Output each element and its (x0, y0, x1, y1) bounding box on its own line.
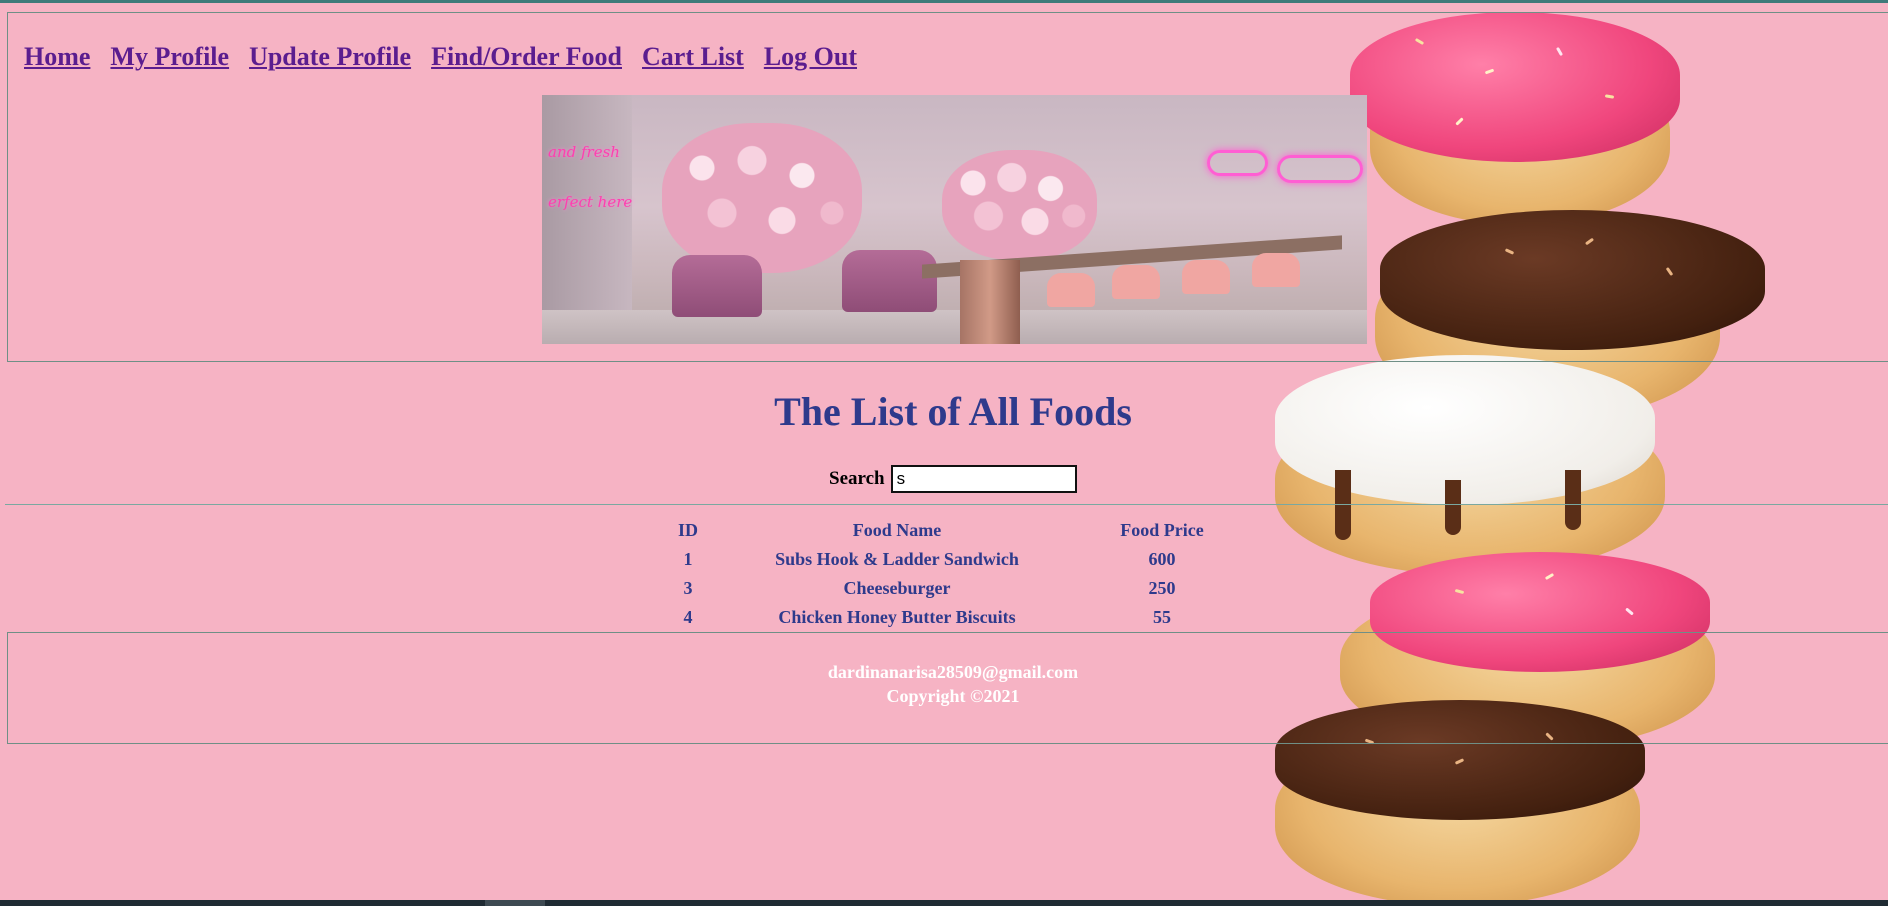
page-title: The List of All Foods (774, 389, 1132, 434)
food-table: ID Food Name Food Price 1 Subs Hook & La… (660, 516, 1246, 632)
bottom-strip (0, 900, 1888, 906)
cell-id: 3 (683, 578, 693, 598)
table-row: 4 Chicken Honey Butter Biscuits 55 (660, 603, 1246, 632)
scrollbar-thumb[interactable] (485, 900, 545, 906)
nav-link-find-order-food[interactable]: Find/Order Food (431, 42, 622, 72)
cell-food-name: Cheeseburger (843, 578, 951, 598)
neon-sign-text-1: and fresh (548, 143, 620, 161)
nav-link-my-profile[interactable]: My Profile (110, 42, 229, 72)
nav-link-update-profile[interactable]: Update Profile (249, 42, 411, 72)
nav-link-cart-list[interactable]: Cart List (642, 42, 744, 72)
footer-copyright: Copyright ©2021 (886, 686, 1020, 706)
column-header-id: ID (677, 520, 698, 540)
search-label: Search (829, 468, 885, 489)
nav-link-log-out[interactable]: Log Out (764, 42, 857, 72)
table-row: 3 Cheeseburger 250 (660, 574, 1246, 603)
table-header-row: ID Food Name Food Price (660, 516, 1246, 545)
column-header-food-price: Food Price (1120, 520, 1204, 540)
divider (5, 504, 1888, 505)
cell-id: 4 (683, 607, 693, 627)
cell-food-name: Chicken Honey Butter Biscuits (778, 607, 1016, 627)
table-row: 1 Subs Hook & Ladder Sandwich 600 (660, 545, 1246, 574)
search-row: Search (829, 465, 1077, 493)
cell-food-price: 250 (1148, 578, 1176, 598)
neon-sign-text-2: erfect here (548, 193, 633, 211)
footer-email: dardinanarisa28509@gmail.com (827, 662, 1079, 682)
cell-food-price: 600 (1148, 549, 1176, 569)
restaurant-banner-image: and fresh erfect here (542, 95, 1367, 344)
cell-id: 1 (683, 549, 693, 569)
main-nav: Home My Profile Update Profile Find/Orde… (24, 42, 877, 72)
cell-food-price: 55 (1153, 607, 1171, 627)
cell-food-name: Subs Hook & Ladder Sandwich (775, 549, 1019, 569)
nav-link-home[interactable]: Home (24, 42, 90, 72)
search-input[interactable] (890, 465, 1077, 493)
column-header-food-name: Food Name (852, 520, 942, 540)
